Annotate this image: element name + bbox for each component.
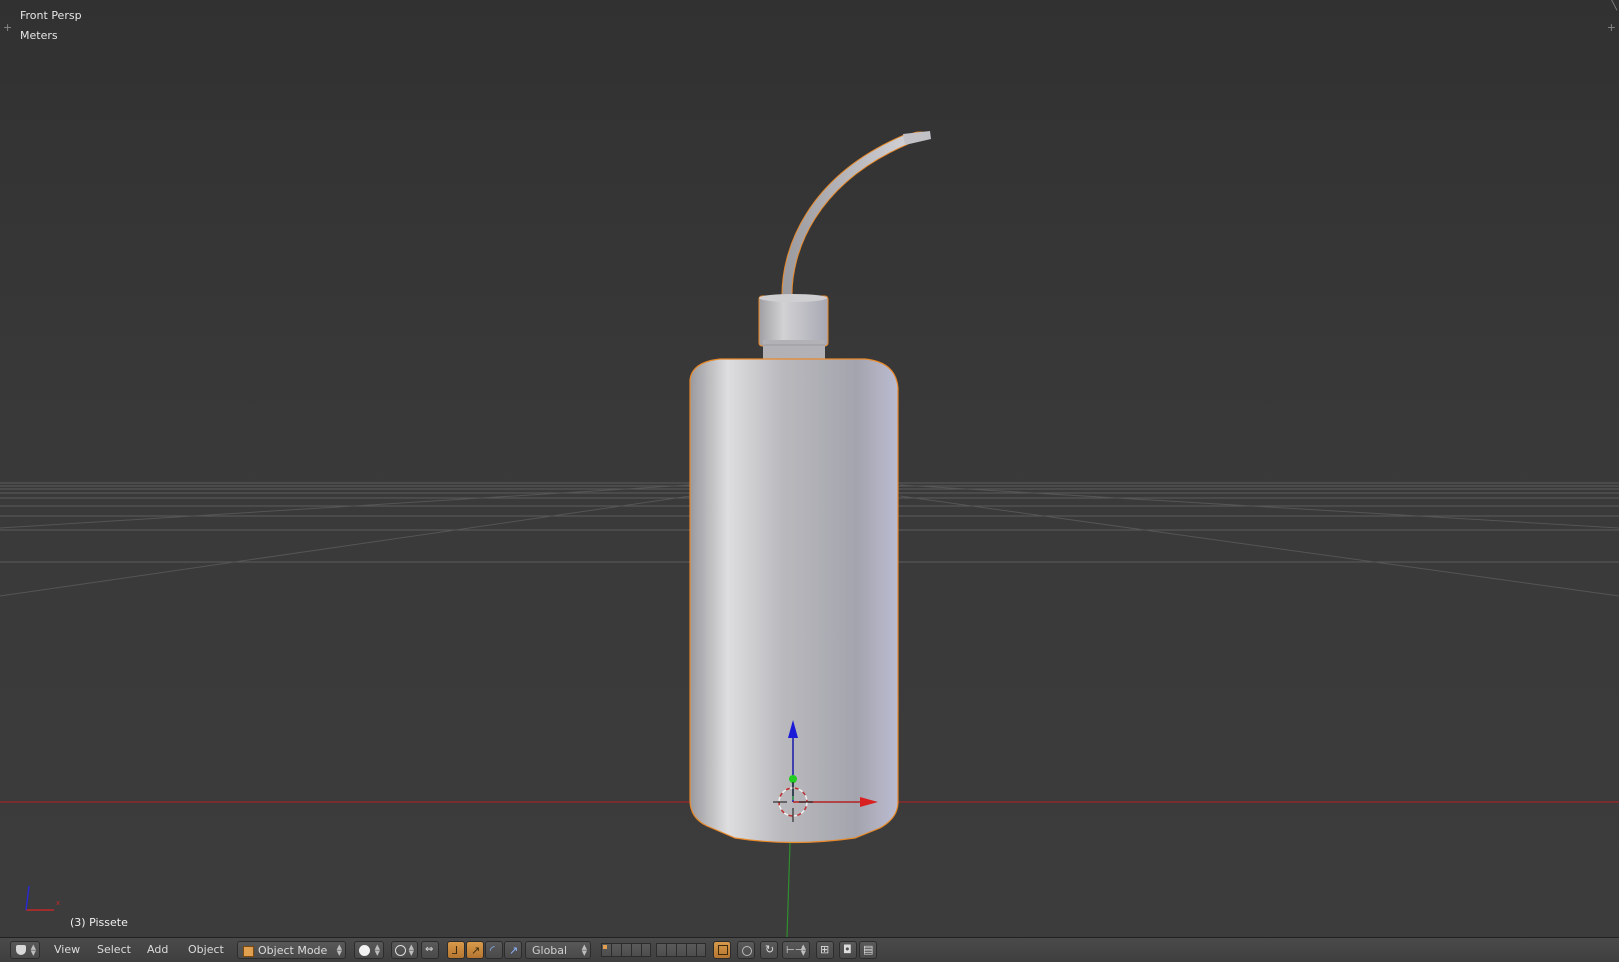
y-axis-line	[786, 841, 791, 937]
mode-selector[interactable]: Object Mode ▲ ▼	[237, 941, 346, 959]
orientation-label: Global	[532, 944, 568, 957]
clapper-icon: ▤	[863, 943, 874, 956]
translate-manipulator-button[interactable]: ⅃	[447, 941, 465, 959]
scale-manipulator-button[interactable]: ↗	[504, 941, 522, 959]
lock-icon	[718, 945, 728, 955]
active-layer-indicator	[603, 945, 607, 949]
menu-view[interactable]: View	[48, 941, 86, 959]
rotate-manipulator-button[interactable]: ↗	[466, 941, 484, 959]
lock-layers-button[interactable]	[713, 941, 731, 959]
region-expand-right-icon[interactable]: +	[1607, 22, 1616, 33]
snap-magnet-icon: ↻	[765, 943, 775, 956]
solid-sphere-icon	[359, 945, 370, 956]
svg-text:x: x	[56, 899, 60, 907]
object-mode-cube-icon	[243, 946, 254, 957]
menu-add[interactable]: Add	[141, 941, 174, 959]
units-label: Meters	[20, 29, 58, 42]
updown-arrows-icon: ▲ ▼	[408, 943, 414, 957]
scale-icon: ↗	[509, 944, 519, 957]
manipulator-toggle-button[interactable]: ⇔	[421, 941, 439, 959]
snap-element-selector[interactable]: ⊢⊣ ▲ ▼	[782, 941, 810, 959]
updown-arrows-icon: ▲ ▼	[581, 943, 587, 957]
rotate-arc-icon: ◜	[490, 943, 495, 957]
view-name-label: Front Persp	[20, 9, 82, 22]
manipulator-arrows-icon: ⇔	[425, 944, 434, 955]
transform-orientation-selector[interactable]: Global ▲ ▼	[525, 941, 591, 959]
3d-viewport[interactable]: x Front Persp Meters (3) Pissete + + ╲	[0, 0, 1619, 937]
updown-arrows-icon: ▲ ▼	[30, 943, 36, 957]
viewport-shading-selector[interactable]: ▲ ▼	[354, 941, 384, 959]
object-info-label: (3) Pissete	[70, 916, 128, 929]
rotate-icon: ↗	[471, 944, 481, 957]
3d-view-header: ▲ ▼ View Select Add Object Object Mode ▲ ▼…	[0, 937, 1619, 962]
pivot-point-selector[interactable]: ▲ ▼	[391, 941, 418, 959]
camera-icon: ◘	[843, 943, 852, 956]
proportional-edit-icon	[742, 946, 752, 956]
menu-object[interactable]: Object	[182, 941, 230, 959]
scene-canvas[interactable]: x	[0, 0, 1619, 937]
pivot-point-icon	[395, 945, 406, 956]
layer-selector-group-2[interactable]	[656, 943, 706, 957]
axes-widget-icon: x	[25, 885, 60, 911]
render-animation-button[interactable]: ▤	[859, 941, 877, 959]
layer-selector-group-1[interactable]	[601, 943, 651, 957]
area-split-corner-icon[interactable]: ╲	[1611, 0, 1617, 11]
updown-arrows-icon: ▲ ▼	[800, 943, 806, 957]
arc-manipulator-button[interactable]: ◜	[485, 941, 503, 959]
render-opengl-button[interactable]: ◘	[839, 941, 857, 959]
snap-target-button[interactable]: ⊞	[816, 941, 834, 959]
3d-view-icon	[16, 945, 26, 955]
updown-arrows-icon: ▲ ▼	[336, 943, 342, 957]
translate-icon: ⅃	[452, 944, 459, 957]
region-expand-left-icon[interactable]: +	[3, 22, 12, 33]
menu-select[interactable]: Select	[91, 941, 137, 959]
snap-target-icon: ⊞	[820, 943, 830, 956]
updown-arrows-icon: ▲ ▼	[374, 943, 380, 957]
editor-type-selector[interactable]: ▲ ▼	[10, 941, 40, 959]
snap-toggle-button[interactable]: ↻	[760, 941, 778, 959]
mode-selector-label: Object Mode	[258, 944, 328, 957]
bottle-object[interactable]	[689, 131, 931, 844]
proportional-editing-button[interactable]	[737, 941, 755, 959]
